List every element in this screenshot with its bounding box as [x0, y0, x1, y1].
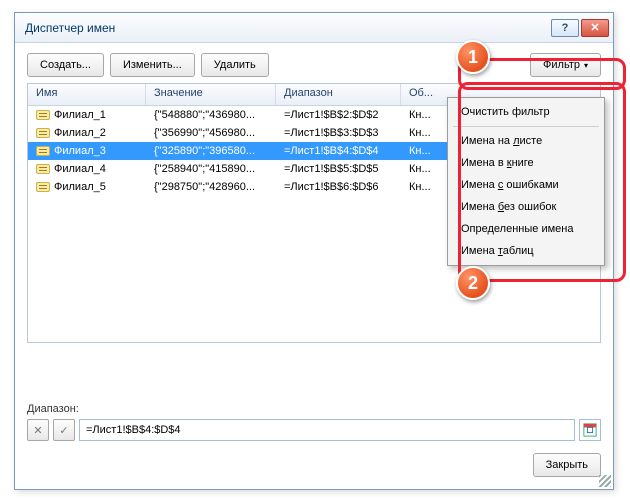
cell-ref: =Лист1!$B$3:$D$3	[276, 127, 401, 139]
name-icon	[36, 110, 50, 120]
menu-names-without-errors[interactable]: Имена без ошибок	[451, 196, 601, 218]
menu-defined-names[interactable]: Определенные имена	[451, 218, 601, 240]
close-label: Закрыть	[546, 459, 588, 471]
ref-apply-button[interactable]: ✓	[53, 419, 75, 441]
cell-ref: =Лист1!$B$4:$D$4	[276, 145, 401, 157]
menu-names-in-book[interactable]: Имена в книге	[451, 152, 601, 174]
cell-name: Филиал_2	[28, 127, 146, 139]
ref-cancel-button[interactable]: ✕	[27, 419, 49, 441]
filter-button[interactable]: Фильтр ▾	[530, 53, 601, 77]
ref-label: Диапазон:	[27, 403, 601, 415]
name-manager-dialog: Диспетчер имен ? ✕ Создать... Изменить..…	[14, 12, 614, 490]
col-value[interactable]: Значение	[146, 84, 276, 105]
ref-picker-icon[interactable]	[579, 419, 601, 441]
cell-value: {"298750";"428960...	[146, 181, 276, 193]
resize-grip-icon[interactable]	[599, 475, 611, 487]
edit-button[interactable]: Изменить...	[110, 53, 195, 77]
filter-menu: Очистить фильтр Имена на листе Имена в к…	[447, 97, 605, 266]
toolbar: Создать... Изменить... Удалить Фильтр ▾	[15, 43, 613, 83]
annotation-badge-2: 2	[456, 266, 490, 300]
create-button[interactable]: Создать...	[27, 53, 104, 77]
menu-names-with-errors[interactable]: Имена с ошибками	[451, 174, 601, 196]
col-ref[interactable]: Диапазон	[276, 84, 401, 105]
cell-name: Филиал_3	[28, 145, 146, 157]
cell-name: Филиал_4	[28, 163, 146, 175]
edit-label: Изменить...	[123, 59, 182, 71]
help-button[interactable]: ?	[551, 19, 579, 37]
annotation-badge-1: 1	[456, 40, 490, 74]
ref-input[interactable]	[79, 419, 575, 441]
cell-value: {"258940";"415890...	[146, 163, 276, 175]
name-icon	[36, 164, 50, 174]
cell-value: {"548880";"436980...	[146, 109, 276, 121]
cell-ref: =Лист1!$B$5:$D$5	[276, 163, 401, 175]
menu-names-on-sheet[interactable]: Имена на листе	[451, 130, 601, 152]
cell-name: Филиал_1	[28, 109, 146, 121]
menu-clear-filter[interactable]: Очистить фильтр	[451, 101, 601, 123]
bottom-panel: Диапазон: ✕ ✓ Закрыть	[15, 395, 613, 489]
chevron-down-icon: ▾	[584, 61, 588, 70]
name-icon	[36, 128, 50, 138]
cell-name: Филиал_5	[28, 181, 146, 193]
close-window-button[interactable]: ✕	[581, 19, 609, 37]
col-name[interactable]: Имя	[28, 84, 146, 105]
menu-table-names[interactable]: Имена таблиц	[451, 240, 601, 262]
cell-ref: =Лист1!$B$2:$D$2	[276, 109, 401, 121]
titlebar: Диспетчер имен ? ✕	[15, 13, 613, 43]
delete-button[interactable]: Удалить	[201, 53, 269, 77]
close-button[interactable]: Закрыть	[533, 453, 601, 477]
cell-value: {"325890";"396580...	[146, 145, 276, 157]
filter-label: Фильтр	[543, 59, 580, 71]
delete-label: Удалить	[214, 59, 256, 71]
name-icon	[36, 146, 50, 156]
create-label: Создать...	[40, 59, 91, 71]
separator	[453, 126, 599, 127]
name-icon	[36, 182, 50, 192]
window-title: Диспетчер имен	[25, 21, 549, 35]
cell-value: {"356990";"456980...	[146, 127, 276, 139]
cell-ref: =Лист1!$B$6:$D$6	[276, 181, 401, 193]
